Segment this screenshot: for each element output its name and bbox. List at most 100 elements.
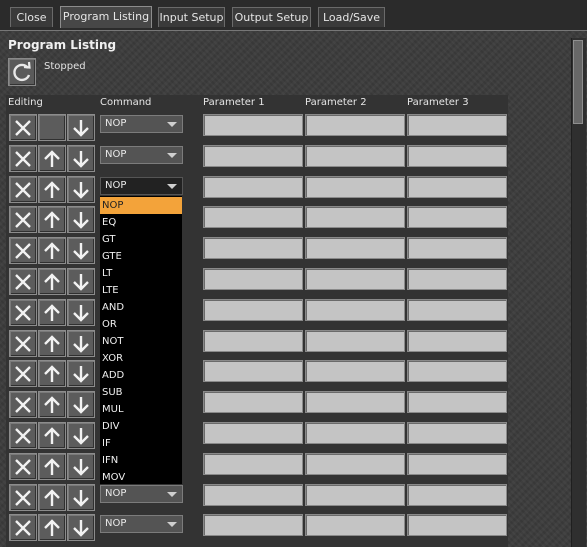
tab-input-setup[interactable]: Input Setup bbox=[158, 7, 225, 27]
parameter-2-input[interactable] bbox=[305, 422, 405, 444]
move-down-button[interactable] bbox=[67, 391, 95, 419]
move-down-button[interactable] bbox=[67, 329, 95, 357]
parameter-1-input[interactable] bbox=[203, 422, 303, 444]
command-option[interactable]: MOV bbox=[100, 469, 182, 486]
delete-row-button[interactable] bbox=[9, 514, 37, 542]
command-option[interactable]: LT bbox=[100, 265, 182, 282]
parameter-3-input[interactable] bbox=[407, 391, 507, 414]
parameter-3-input[interactable] bbox=[407, 422, 507, 444]
parameter-3-input[interactable] bbox=[407, 329, 507, 352]
tab-program-listing[interactable]: Program Listing bbox=[60, 6, 152, 28]
parameter-2-input[interactable] bbox=[305, 452, 405, 475]
move-down-button[interactable] bbox=[67, 175, 95, 203]
delete-row-button[interactable] bbox=[9, 329, 37, 357]
move-down-button[interactable] bbox=[67, 483, 95, 511]
parameter-3-input[interactable] bbox=[407, 144, 507, 167]
move-down-button[interactable] bbox=[67, 237, 95, 265]
command-option[interactable]: EQ bbox=[100, 214, 182, 231]
parameter-2-input[interactable] bbox=[305, 144, 405, 167]
parameter-1-input[interactable] bbox=[203, 237, 303, 260]
parameter-3-input[interactable] bbox=[407, 114, 507, 136]
parameter-2-input[interactable] bbox=[305, 360, 405, 383]
move-down-button[interactable] bbox=[67, 114, 95, 141]
parameter-2-input[interactable] bbox=[305, 237, 405, 260]
command-dropdown-list[interactable]: NOP EQ GT GTE LT LTE AND OR NOT XOR ADD SUB MUL DIV IF… bbox=[99, 195, 183, 485]
move-down-button[interactable] bbox=[67, 298, 95, 326]
parameter-2-input[interactable] bbox=[305, 298, 405, 321]
move-up-button[interactable] bbox=[38, 298, 66, 326]
move-up-button[interactable] bbox=[38, 360, 66, 388]
parameter-3-input[interactable] bbox=[407, 175, 507, 198]
command-option[interactable]: LTE bbox=[100, 282, 182, 299]
parameter-3-input[interactable] bbox=[407, 268, 507, 290]
parameter-1-input[interactable] bbox=[203, 175, 303, 198]
move-up-button[interactable] bbox=[38, 452, 66, 480]
parameter-2-input[interactable] bbox=[305, 175, 405, 198]
move-down-button[interactable] bbox=[67, 422, 95, 449]
delete-row-button[interactable] bbox=[9, 298, 37, 326]
parameter-3-input[interactable] bbox=[407, 483, 507, 506]
command-select[interactable]: NOP bbox=[100, 115, 183, 133]
move-down-button[interactable] bbox=[67, 360, 95, 388]
delete-row-button[interactable] bbox=[9, 268, 37, 295]
command-option[interactable]: IFN bbox=[100, 452, 182, 469]
command-select[interactable]: NOP bbox=[100, 515, 183, 534]
parameter-2-input[interactable] bbox=[305, 483, 405, 506]
parameter-2-input[interactable] bbox=[305, 114, 405, 136]
delete-row-button[interactable] bbox=[9, 391, 37, 419]
tab-load-save[interactable]: Load/Save bbox=[318, 7, 385, 27]
move-up-button[interactable] bbox=[38, 175, 66, 203]
parameter-3-input[interactable] bbox=[407, 514, 507, 537]
delete-row-button[interactable] bbox=[9, 237, 37, 265]
parameter-1-input[interactable] bbox=[203, 206, 303, 229]
command-option[interactable]: MUL bbox=[100, 401, 182, 418]
command-option[interactable]: SUB bbox=[100, 384, 182, 401]
move-down-button[interactable] bbox=[67, 514, 95, 542]
move-up-button[interactable] bbox=[38, 514, 66, 542]
move-up-button[interactable] bbox=[38, 483, 66, 511]
command-option[interactable]: GTE bbox=[100, 248, 182, 265]
tab-close[interactable]: Close bbox=[10, 7, 53, 27]
command-select[interactable]: NOP bbox=[100, 145, 183, 164]
move-down-button[interactable] bbox=[67, 452, 95, 480]
delete-row-button[interactable] bbox=[9, 452, 37, 480]
command-option[interactable]: NOP bbox=[100, 197, 182, 214]
parameter-3-input[interactable] bbox=[407, 298, 507, 321]
delete-row-button[interactable] bbox=[9, 144, 37, 172]
parameter-3-input[interactable] bbox=[407, 452, 507, 475]
parameter-1-input[interactable] bbox=[203, 483, 303, 506]
command-option[interactable]: ADD bbox=[100, 367, 182, 384]
command-select[interactable]: NOP bbox=[100, 484, 183, 503]
move-up-button[interactable] bbox=[38, 268, 66, 295]
move-up-button[interactable] bbox=[38, 206, 66, 234]
command-option[interactable]: XOR bbox=[100, 350, 182, 367]
command-select[interactable]: NOP bbox=[100, 176, 183, 195]
parameter-2-input[interactable] bbox=[305, 391, 405, 414]
refresh-button[interactable] bbox=[8, 58, 36, 86]
move-up-button[interactable] bbox=[38, 329, 66, 357]
move-down-button[interactable] bbox=[67, 268, 95, 295]
delete-row-button[interactable] bbox=[9, 114, 37, 141]
move-up-button[interactable] bbox=[38, 144, 66, 172]
move-up-button[interactable] bbox=[38, 391, 66, 419]
parameter-1-input[interactable] bbox=[203, 360, 303, 383]
command-option[interactable]: AND bbox=[100, 299, 182, 316]
parameter-1-input[interactable] bbox=[203, 391, 303, 414]
parameter-3-input[interactable] bbox=[407, 206, 507, 229]
command-option[interactable]: OR bbox=[100, 316, 182, 333]
parameter-1-input[interactable] bbox=[203, 452, 303, 475]
parameter-1-input[interactable] bbox=[203, 268, 303, 290]
delete-row-button[interactable] bbox=[9, 206, 37, 234]
parameter-2-input[interactable] bbox=[305, 514, 405, 537]
move-down-button[interactable] bbox=[67, 144, 95, 172]
delete-row-button[interactable] bbox=[9, 360, 37, 388]
parameter-2-input[interactable] bbox=[305, 206, 405, 229]
move-down-button[interactable] bbox=[67, 206, 95, 234]
parameter-3-input[interactable] bbox=[407, 360, 507, 383]
parameter-1-input[interactable] bbox=[203, 298, 303, 321]
delete-row-button[interactable] bbox=[9, 422, 37, 449]
parameter-3-input[interactable] bbox=[407, 237, 507, 260]
parameter-1-input[interactable] bbox=[203, 144, 303, 167]
command-option[interactable]: DIV bbox=[100, 418, 182, 435]
parameter-2-input[interactable] bbox=[305, 268, 405, 290]
